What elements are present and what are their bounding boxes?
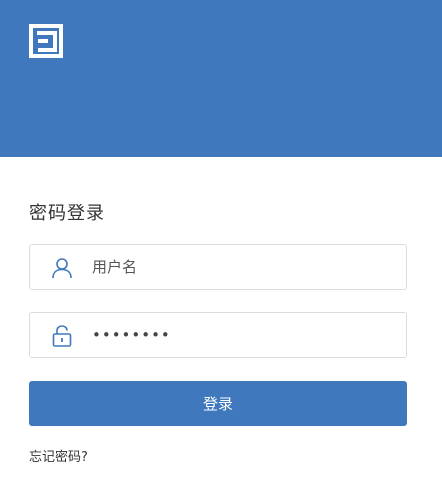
blurred-app-name — [18, 108, 378, 148]
username-field[interactable] — [29, 244, 407, 290]
login-title: 密码登录 — [29, 203, 105, 224]
login-button[interactable]: 登录 — [29, 381, 407, 426]
lock-icon — [52, 325, 72, 347]
password-field[interactable] — [29, 312, 407, 358]
user-icon — [52, 258, 72, 279]
header-banner — [0, 0, 442, 157]
password-input[interactable] — [92, 322, 392, 348]
username-input[interactable] — [92, 254, 392, 280]
forgot-password-link[interactable]: 忘记密码? — [29, 446, 88, 465]
brand-logo-icon — [29, 24, 63, 58]
